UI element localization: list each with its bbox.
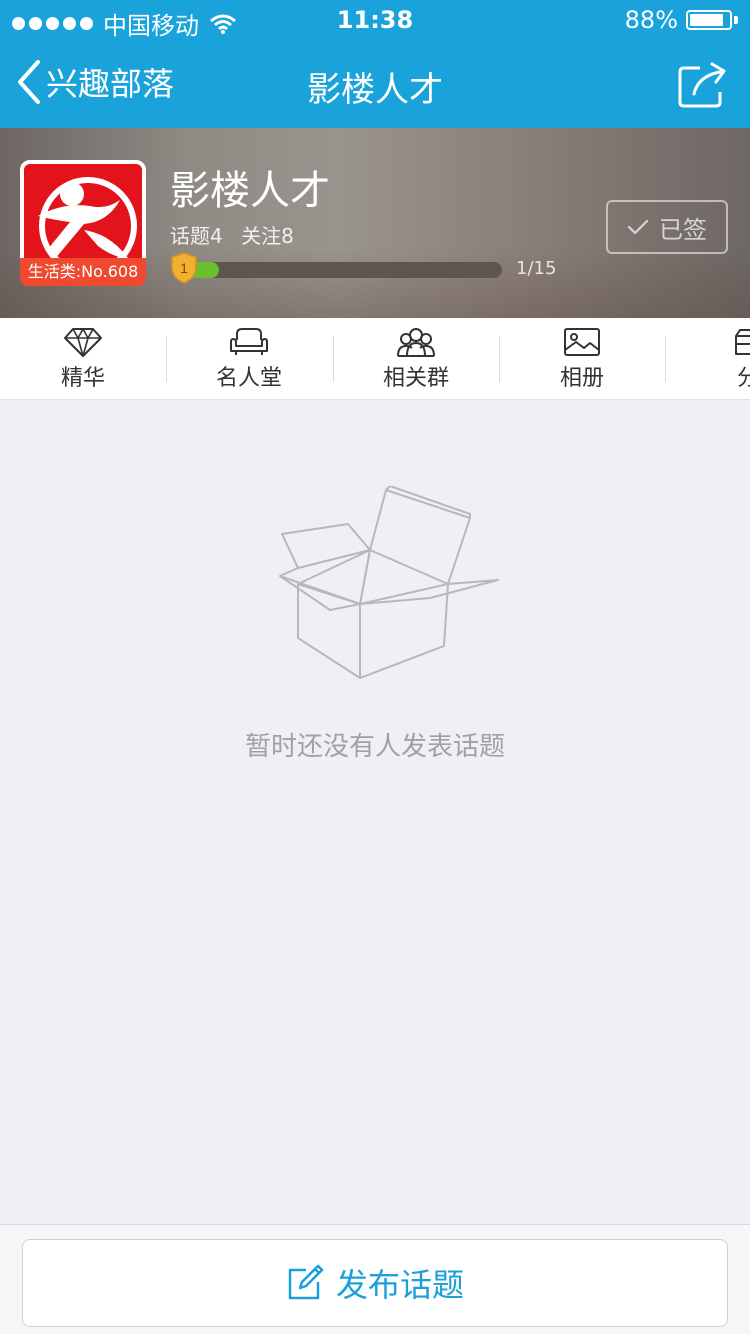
category-icon [735,329,750,355]
level-progress-bar [184,262,502,278]
group-icon [397,328,435,357]
sofa-icon [230,328,268,355]
share-icon[interactable] [676,58,730,110]
follower-count: 关注8 [241,224,294,248]
publish-topic-button[interactable]: 发布话题 [22,1239,728,1327]
level-shield-icon: 1 [171,252,197,284]
battery-percent: 88% [624,6,678,34]
tab-label: 相册 [559,366,604,391]
tribe-name: 影楼人才 [170,168,330,214]
status-bar: 中国移动 11:38 88% [0,0,750,40]
top-bar: 中国移动 11:38 88% 兴趣部落 影楼人才 [0,0,750,128]
tab-label: 相关群 [382,366,449,391]
feature-tabs: 精华 名人堂 相关群 相册 [0,318,750,400]
page-title: 影楼人才 [307,70,443,110]
open-box-icon [279,486,499,679]
tab-featured[interactable]: 精华 [0,318,166,399]
rank-badge: 生活类:No.608 [20,258,146,286]
tab-related-groups[interactable]: 相关群 [333,318,499,399]
status-right: 88% [625,6,738,34]
tribe-stats: 话题4 关注8 [170,220,294,249]
tab-label: 名人堂 [215,366,282,391]
signed-label: 已签 [659,215,707,244]
battery-fill [690,14,723,26]
tab-label: 分 [737,360,750,392]
level-number: 1 [180,260,188,276]
photo-icon [564,328,600,356]
edit-icon [288,1264,324,1300]
bottom-bar: 发布话题 [0,1224,750,1334]
tab-album[interactable]: 相册 [499,318,665,399]
empty-state-message: 暂时还没有人发表话题 [244,732,505,762]
tab-hall-of-fame[interactable]: 名人堂 [166,318,332,399]
nav-bar: 兴趣部落 影楼人才 [0,40,750,128]
battery-tip [734,16,738,24]
diamond-icon [64,328,102,357]
tab-category[interactable]: 分 [665,318,750,399]
tribe-header: 生活类:No.608 影楼人才 话题4 关注8 1 1/15 已签 [0,128,750,318]
topic-count: 话题4 [170,224,223,248]
signed-button[interactable]: 已签 [606,200,728,254]
check-icon [627,219,649,235]
tab-label: 精华 [60,366,105,391]
level-progress-text: 1/15 [516,258,557,279]
publish-label: 发布话题 [335,1266,464,1304]
battery-icon [686,10,732,30]
